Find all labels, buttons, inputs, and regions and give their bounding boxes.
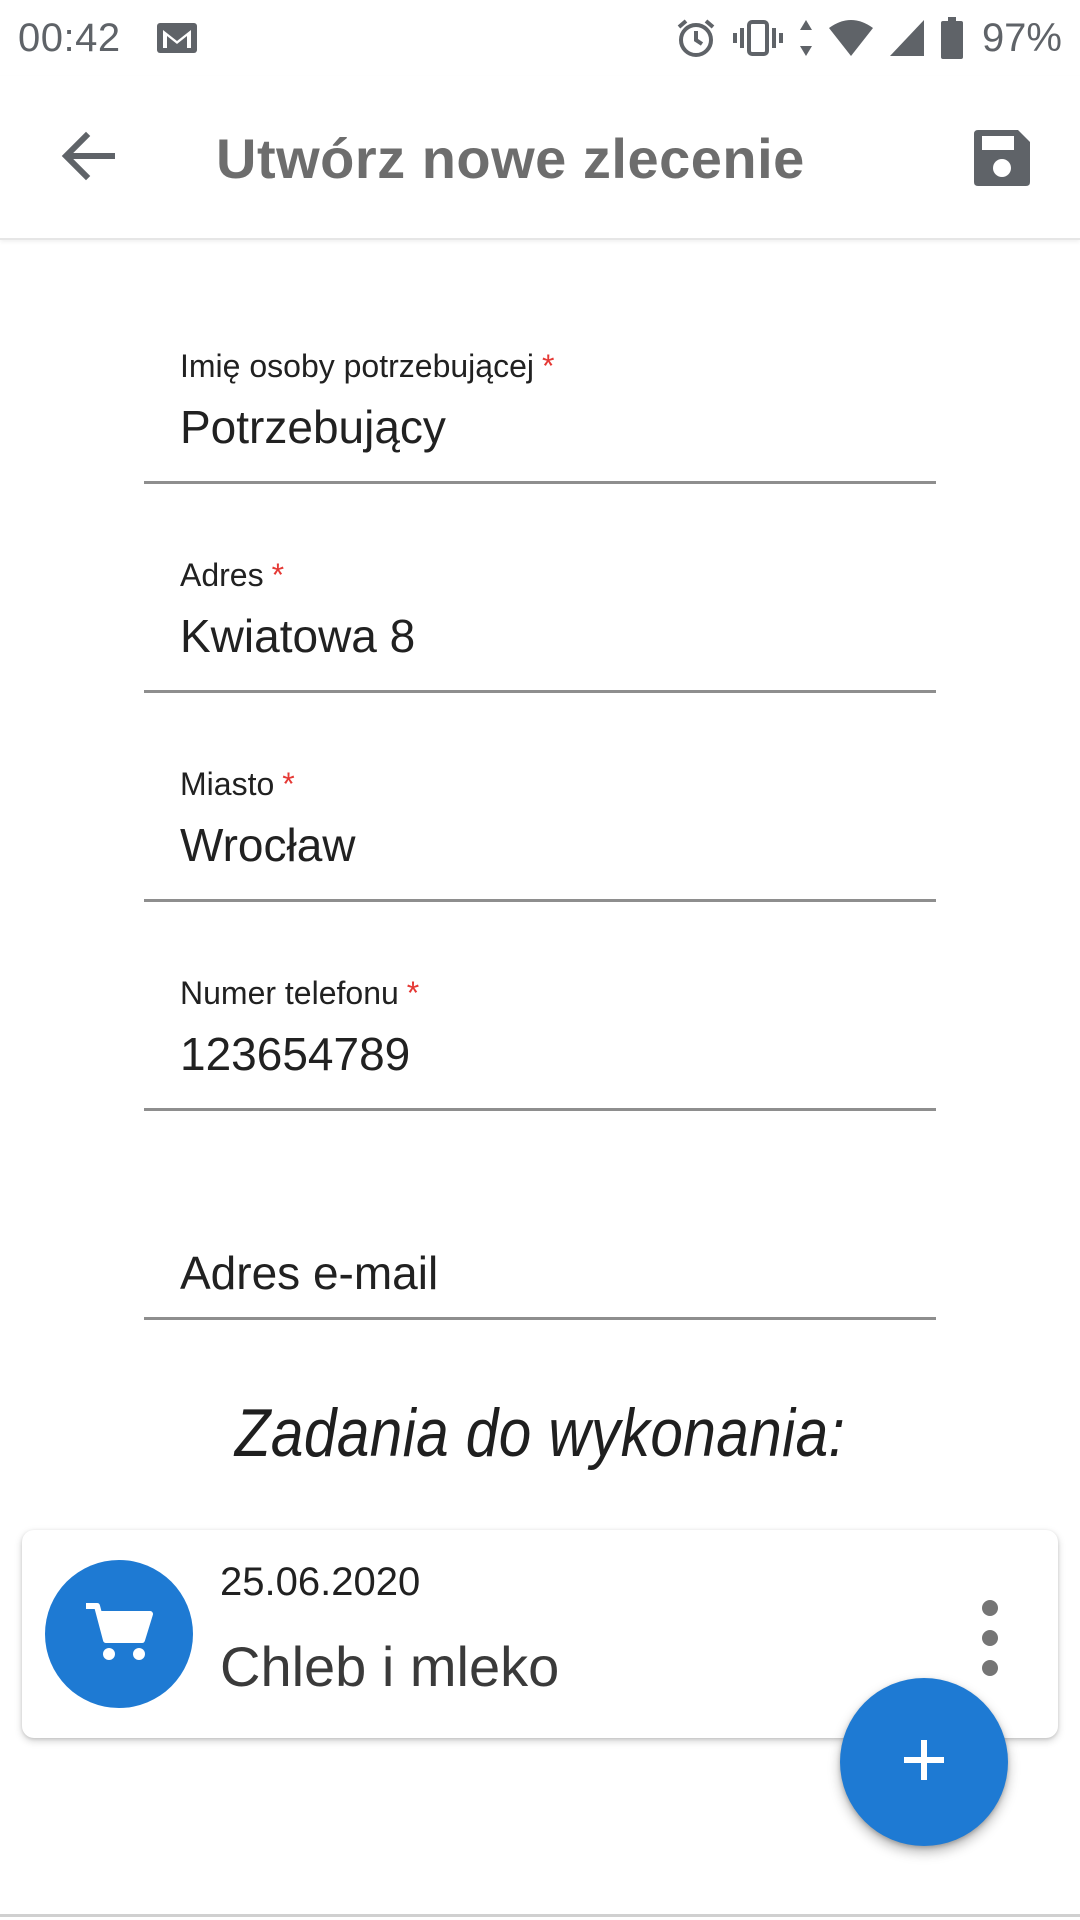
status-right: 97%: [674, 16, 1062, 61]
vibrate-icon: [732, 18, 784, 58]
phone-field-value[interactable]: 123654789: [180, 1027, 410, 1081]
name-field-label-text: Imię osoby potrzebującej: [180, 348, 534, 384]
data-arrows-icon: [798, 18, 814, 58]
name-field-label: Imię osoby potrzebującej *: [180, 348, 554, 385]
task-avatar: [45, 1560, 193, 1708]
required-mark: *: [282, 766, 295, 802]
status-left: 00:42: [18, 16, 199, 61]
page-title: Utwórz nowe zlecenie: [216, 127, 805, 190]
task-menu-button[interactable]: [970, 1600, 1010, 1676]
bottom-divider: [0, 1914, 1080, 1917]
status-time: 00:42: [18, 15, 121, 60]
tasks-section-title: Zadania do wykonania:: [234, 1395, 846, 1471]
city-field-value[interactable]: Wrocław: [180, 818, 356, 872]
phone-field-label-text: Numer telefonu: [180, 975, 399, 1011]
wifi-icon: [828, 18, 874, 58]
phone-field[interactable]: Numer telefonu * 123654789: [144, 941, 936, 1111]
required-mark: *: [406, 975, 420, 1011]
task-date: 25.06.2020: [220, 1560, 421, 1604]
phone-field-label: Numer telefonu *: [180, 975, 419, 1012]
screen: 00:42 97% Utwórz nowe zlecenie Imię osob…: [0, 0, 1080, 1920]
address-field-value[interactable]: Kwiatowa 8: [180, 609, 415, 663]
address-field-label-text: Adres: [180, 557, 264, 593]
shopping-cart-icon: [84, 1600, 154, 1669]
city-field-label-text: Miasto: [180, 766, 275, 802]
email-field-label: Adres e-mail: [180, 1247, 439, 1299]
city-field[interactable]: Miasto * Wrocław: [144, 732, 936, 902]
more-vert-dot: [982, 1600, 998, 1616]
back-button[interactable]: [52, 122, 124, 194]
more-vert-dot: [982, 1630, 998, 1646]
alarm-icon: [674, 16, 718, 60]
required-mark: *: [271, 557, 285, 593]
gmail-icon: [155, 21, 199, 55]
add-task-button[interactable]: [840, 1678, 1008, 1846]
city-field-label: Miasto *: [180, 766, 295, 803]
plus-icon: [902, 1738, 946, 1787]
arrow-back-icon: [60, 131, 116, 186]
battery-icon: [940, 16, 964, 60]
app-bar: Utwórz nowe zlecenie: [0, 76, 1080, 240]
email-field[interactable]: Adres e-mail: [144, 1150, 936, 1320]
address-field-label: Adres *: [180, 557, 284, 594]
signal-icon: [888, 18, 926, 58]
task-name: Chleb i mleko: [220, 1635, 560, 1698]
battery-percent: 97%: [981, 15, 1062, 60]
save-button[interactable]: [962, 120, 1042, 200]
status-bar: 00:42 97%: [0, 0, 1080, 76]
more-vert-dot: [982, 1660, 998, 1676]
required-mark: *: [541, 348, 555, 384]
name-field-value[interactable]: Potrzebujący: [180, 400, 446, 454]
address-field[interactable]: Adres * Kwiatowa 8: [144, 523, 936, 693]
name-field[interactable]: Imię osoby potrzebującej * Potrzebujący: [144, 314, 936, 484]
floppy-save-icon: [972, 128, 1032, 193]
